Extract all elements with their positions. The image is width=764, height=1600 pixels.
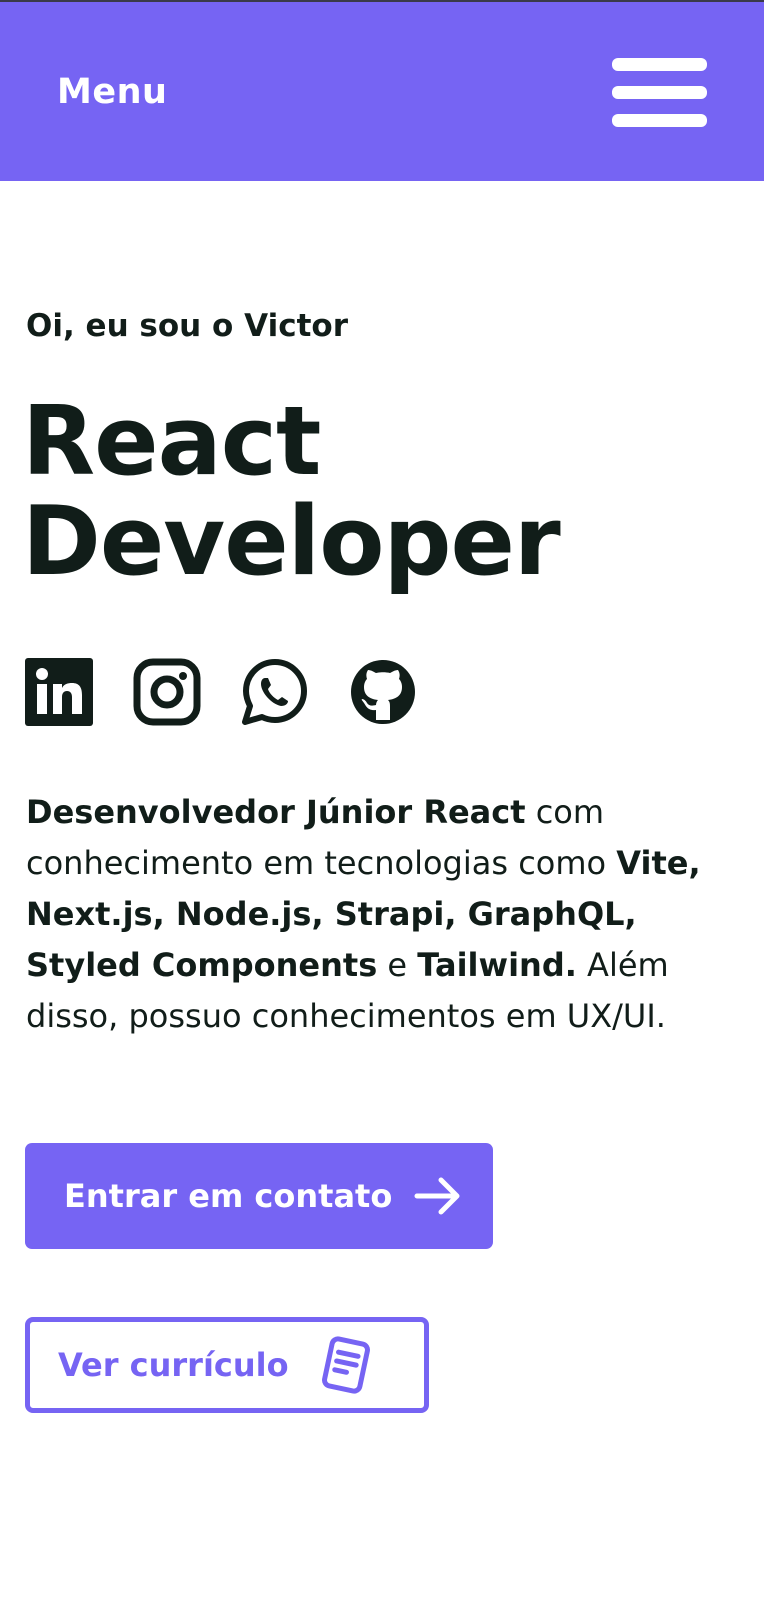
bio-tailwind: Tailwind. <box>417 946 577 984</box>
top-bar: Menu <box>0 2 764 181</box>
title-line-2: Developer <box>22 487 561 597</box>
greeting-name: Victor <box>244 308 348 344</box>
bio-paragraph: Desenvolvedor Júnior React com conhecime… <box>26 787 746 1042</box>
menu-label: Menu <box>57 72 168 112</box>
greeting-prefix: Oi, eu sou o <box>26 308 245 344</box>
resume-button[interactable]: Ver currículo <box>25 1317 429 1413</box>
resume-button-label: Ver currículo <box>58 1346 289 1384</box>
title-line-1: React <box>22 387 321 497</box>
linkedin-icon[interactable] <box>25 658 93 726</box>
instagram-icon[interactable] <box>133 658 201 726</box>
greeting: Oi, eu sou o Victor <box>26 308 348 344</box>
contact-button[interactable]: Entrar em contato <box>25 1143 493 1249</box>
hamburger-menu-icon[interactable] <box>612 58 707 128</box>
contact-button-label: Entrar em contato <box>64 1177 393 1215</box>
arrow-right-icon <box>414 1177 460 1215</box>
document-icon <box>321 1336 370 1394</box>
bio-role: Desenvolvedor Júnior React <box>26 793 526 831</box>
github-icon[interactable] <box>349 658 417 726</box>
whatsapp-icon[interactable] <box>241 658 309 726</box>
page-title: React Developer <box>22 387 561 597</box>
bio-text-2: e <box>377 946 418 984</box>
